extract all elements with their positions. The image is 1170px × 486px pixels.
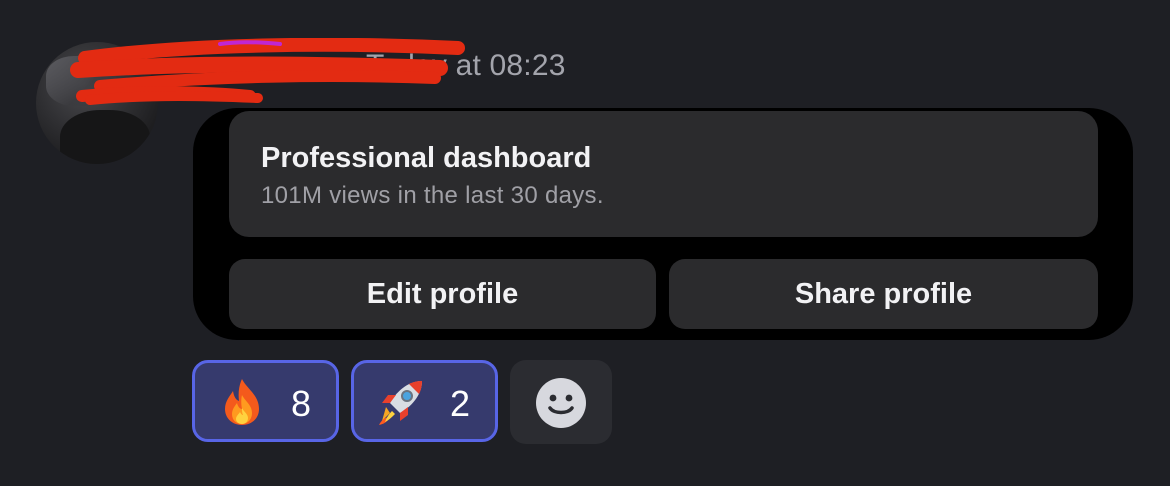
dashboard-subtitle: 101M views in the last 30 days. (261, 182, 604, 209)
username-redaction-scribble (70, 38, 465, 105)
avatar-silhouette (60, 110, 150, 164)
dashboard-title: Professional dashboard (261, 142, 592, 174)
reaction-count: 2 (450, 383, 471, 424)
share-profile-button[interactable]: Share profile (669, 259, 1098, 329)
chat-message: Today at 08:23 Professional dashboard 10… (0, 0, 1170, 486)
reaction-count: 8 (291, 383, 312, 424)
reaction-fire[interactable]: 8 (192, 360, 339, 442)
fire-emoji-icon (225, 379, 259, 425)
profile-embed-card: Professional dashboard 101M views in the… (193, 108, 1133, 340)
smiley-add-reaction-icon (536, 378, 586, 428)
professional-dashboard-button[interactable]: Professional dashboard 101M views in the… (229, 111, 1098, 237)
edit-profile-button[interactable]: Edit profile (229, 259, 656, 329)
add-reaction-button[interactable] (510, 360, 612, 444)
rocket-emoji-icon (379, 381, 422, 425)
reaction-rocket[interactable]: 2 (351, 360, 498, 442)
